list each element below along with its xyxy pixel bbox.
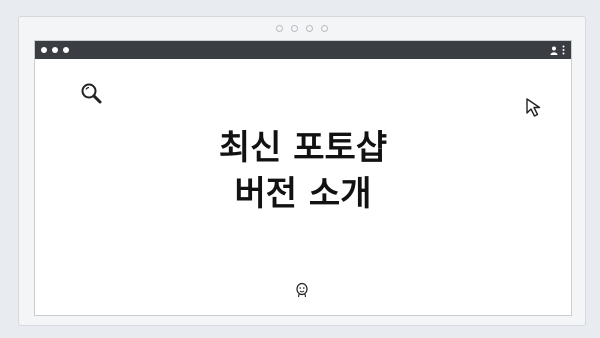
minimize-window-button[interactable] [52, 47, 58, 53]
pagination-dot[interactable] [291, 25, 298, 32]
pagination-dot[interactable] [321, 25, 328, 32]
close-window-button[interactable] [41, 47, 47, 53]
content-area: 최신 포토샵 버전 소개 [35, 59, 571, 315]
maximize-window-button[interactable] [63, 47, 69, 53]
smiley-face-icon [296, 282, 308, 298]
search-icon[interactable] [79, 81, 105, 107]
browser-window: 최신 포토샵 버전 소개 [34, 40, 572, 316]
headline-line-1: 최신 포토샵 [218, 128, 388, 168]
profile-icon[interactable] [550, 46, 558, 55]
pagination-dot[interactable] [276, 25, 283, 32]
titlebar-actions [550, 45, 565, 55]
pagination-dot[interactable] [306, 25, 313, 32]
kebab-menu-icon[interactable] [562, 45, 565, 55]
window-controls [41, 47, 69, 53]
cursor-arrow-icon [526, 98, 541, 117]
headline: 최신 포토샵 버전 소개 [35, 125, 571, 217]
pagination-dots [19, 25, 585, 32]
headline-line-2: 버전 소개 [234, 174, 372, 214]
window-titlebar [35, 41, 571, 59]
